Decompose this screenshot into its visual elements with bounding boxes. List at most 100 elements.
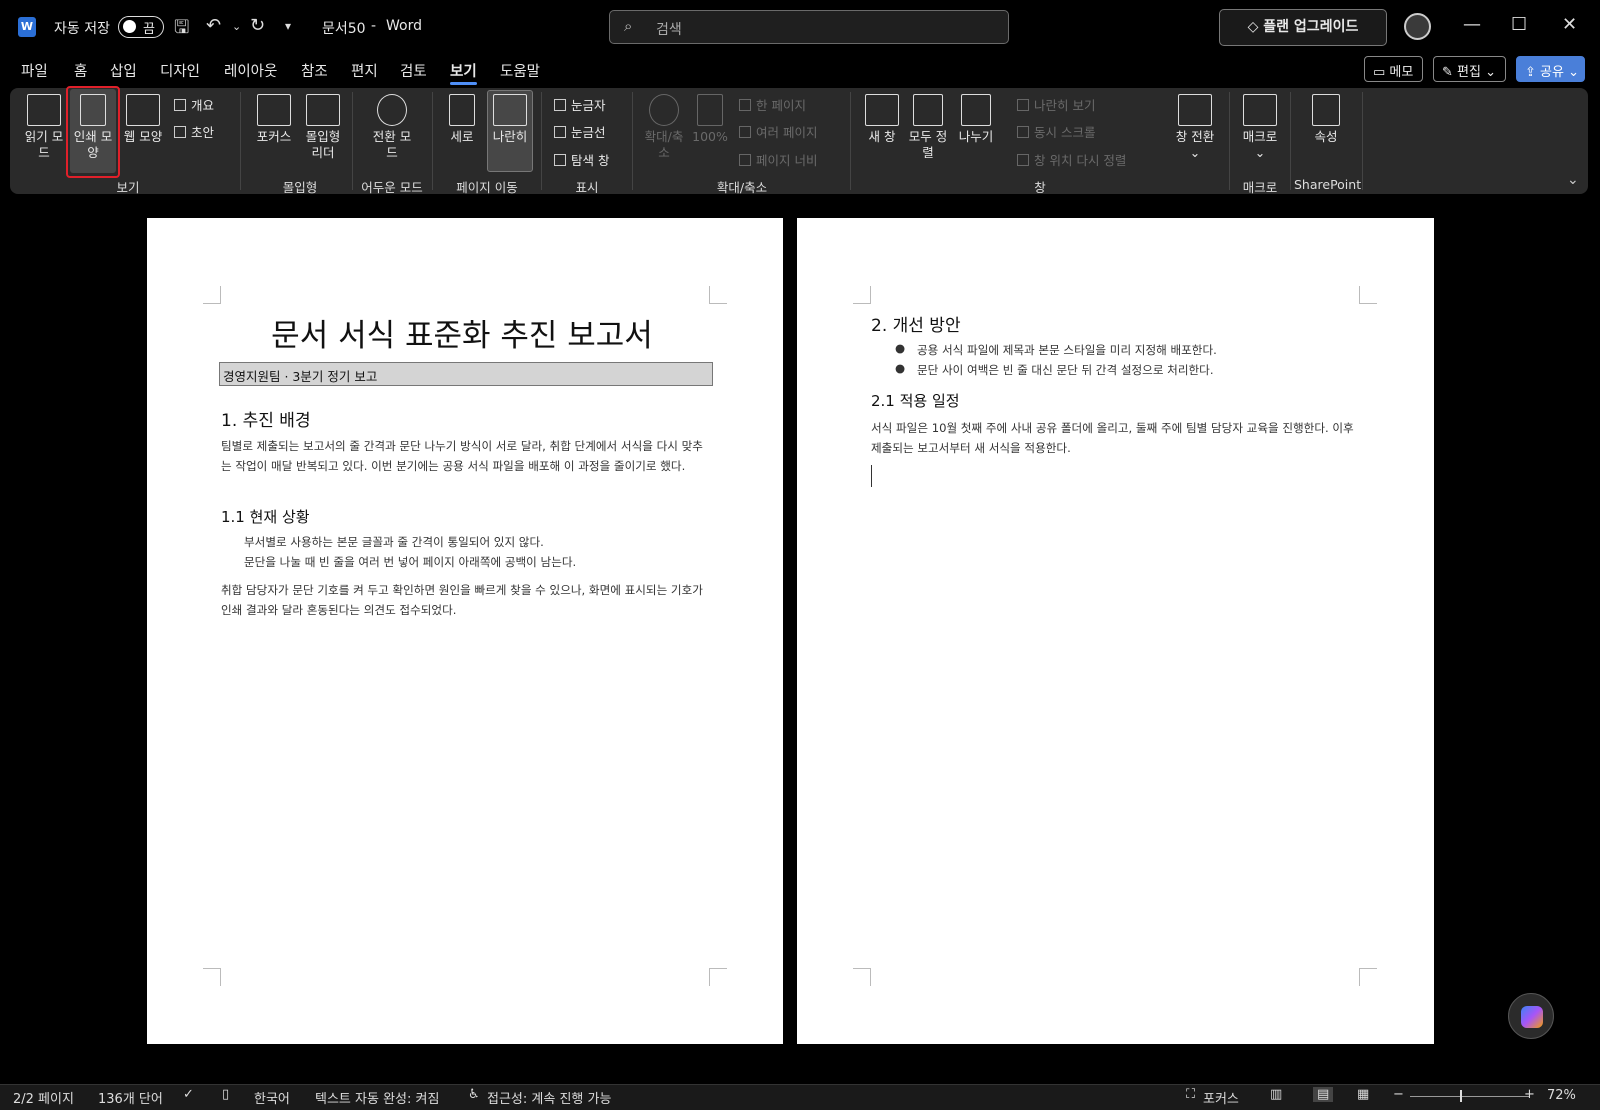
read-mode-view-icon[interactable]: ▥ bbox=[1270, 1087, 1282, 1102]
draft-button[interactable]: 초안 bbox=[174, 122, 214, 141]
sync-scroll-button[interactable]: 동시 스크롤 bbox=[1017, 122, 1095, 141]
reset-window-button[interactable]: 창 위치 다시 정렬 bbox=[1017, 150, 1126, 169]
tab-file[interactable]: 파일 bbox=[21, 60, 48, 81]
tab-design[interactable]: 디자인 bbox=[160, 60, 200, 81]
proofing-icon[interactable]: ✓ bbox=[183, 1087, 194, 1102]
save-icon[interactable]: 🖫 bbox=[174, 15, 189, 45]
indented-line-1: 부서별로 사용하는 본문 글꼴과 줄 간격이 통일되어 있지 않다. bbox=[244, 535, 544, 549]
zoom-in-icon[interactable]: + bbox=[1524, 1087, 1535, 1102]
focus-mode-icon: ⛶ bbox=[1186, 1087, 1196, 1102]
bullet-dot: ● bbox=[895, 341, 906, 355]
macros-button[interactable]: 매크로 ⌄ bbox=[1237, 94, 1283, 161]
copilot-icon bbox=[1521, 1006, 1543, 1028]
properties-button[interactable]: 속성 bbox=[1302, 94, 1350, 145]
redo-icon[interactable]: ↻ bbox=[250, 15, 265, 36]
tab-review[interactable]: 검토 bbox=[400, 60, 427, 81]
upgrade-button[interactable]: ◇ 플랜 업그레이드 bbox=[1219, 9, 1387, 46]
multi-page-button[interactable]: 여러 페이지 bbox=[739, 122, 817, 141]
ribbon-separator bbox=[240, 92, 241, 190]
side-to-side-icon bbox=[493, 94, 527, 126]
immersive-reader-icon bbox=[306, 94, 340, 126]
dark-mode-switch-button[interactable]: 전환 모드 bbox=[370, 94, 414, 161]
ribbon-separator bbox=[632, 92, 633, 190]
focus-button[interactable]: 포커스 bbox=[250, 94, 298, 145]
customize-qat-icon[interactable]: ▾ bbox=[285, 19, 291, 33]
maximize-icon[interactable]: ☐ bbox=[1511, 14, 1527, 35]
copilot-button[interactable] bbox=[1508, 993, 1554, 1039]
zoom-slider-thumb[interactable] bbox=[1460, 1090, 1462, 1102]
avatar[interactable] bbox=[1404, 13, 1431, 40]
split-icon bbox=[961, 94, 991, 126]
accessibility-status[interactable]: 접근성: 계속 진행 가능 bbox=[487, 1088, 611, 1107]
undo-icon[interactable]: ↶ bbox=[206, 15, 221, 36]
switch-windows-button[interactable]: 창 전환 ⌄ bbox=[1170, 94, 1220, 161]
split-button[interactable]: 나누기 bbox=[954, 94, 998, 145]
undo-dropdown-icon[interactable]: ⌄ bbox=[232, 20, 241, 33]
web-layout-button[interactable]: 웹 모양 bbox=[120, 94, 166, 145]
arrange-all-icon bbox=[913, 94, 943, 126]
tab-help[interactable]: 도움말 bbox=[500, 60, 540, 81]
zoom-out-icon[interactable]: − bbox=[1393, 1087, 1404, 1102]
tab-home[interactable]: 홈 bbox=[74, 60, 87, 81]
side-by-side-icon bbox=[1017, 99, 1029, 111]
print-layout-view-icon[interactable]: ▤ bbox=[1313, 1087, 1334, 1102]
outline-button[interactable]: 개요 bbox=[174, 95, 214, 114]
page-count[interactable]: 2/2 페이지 bbox=[13, 1088, 74, 1107]
document-page-1[interactable]: 문서 서식 표준화 추진 보고서 경영지원팀 · 3분기 정기 보고 1. 추진… bbox=[147, 218, 783, 1044]
share-label: 공유 bbox=[1540, 65, 1564, 80]
document-page-2[interactable]: 2. 개선 방안 ● 공용 서식 파일에 제목과 본문 스타일을 미리 지정해 … bbox=[797, 218, 1434, 1044]
search-box[interactable]: ⌕ 검색 bbox=[609, 10, 1009, 44]
text-prediction-status[interactable]: 텍스트 자동 완성: 켜짐 bbox=[315, 1088, 439, 1107]
tab-layout[interactable]: 레이아웃 bbox=[224, 60, 277, 81]
autosave-toggle[interactable]: 끔 bbox=[118, 16, 164, 38]
document-name: 문서50 bbox=[322, 21, 366, 37]
word-count[interactable]: 136개 단어 bbox=[98, 1088, 163, 1107]
focus-icon bbox=[257, 94, 291, 126]
tab-references[interactable]: 참조 bbox=[301, 60, 328, 81]
tab-mailings[interactable]: 편지 bbox=[351, 60, 378, 81]
zoom-level[interactable]: 72% bbox=[1547, 1088, 1576, 1103]
collapse-ribbon-icon[interactable]: ⌄ bbox=[1567, 172, 1579, 188]
crop-mark bbox=[1359, 286, 1377, 304]
tab-view[interactable]: 보기 bbox=[450, 60, 477, 85]
share-button[interactable]: ⇪ 공유 ⌄ bbox=[1516, 56, 1585, 82]
vertical-button[interactable]: 세로 bbox=[442, 94, 482, 145]
read-mode-button[interactable]: 읽기 모드 bbox=[22, 94, 66, 161]
zoom-100-icon bbox=[697, 94, 723, 126]
group-dark-mode-label: 어두운 모드 bbox=[361, 180, 423, 195]
arrange-all-button[interactable]: 모두 정렬 bbox=[908, 94, 948, 161]
edit-mode-button[interactable]: ✎ 편집 ⌄ bbox=[1433, 56, 1506, 82]
close-icon[interactable]: ✕ bbox=[1562, 14, 1577, 35]
memo-button[interactable]: ▭ 메모 bbox=[1364, 56, 1423, 82]
side-by-side-view-button[interactable]: 나란히 보기 bbox=[1017, 95, 1095, 114]
side-to-side-button[interactable]: 나란히 bbox=[488, 94, 532, 145]
gridlines-checkbox[interactable]: 눈금선 bbox=[554, 122, 606, 141]
edit-label: 편집 bbox=[1457, 65, 1481, 80]
split-label: 나누기 bbox=[958, 129, 994, 144]
reset-window-icon bbox=[1017, 154, 1029, 166]
dark-mode-switch-label: 전환 모드 bbox=[372, 129, 412, 160]
focus-status[interactable]: 포커스 bbox=[1203, 1088, 1239, 1107]
tab-insert[interactable]: 삽입 bbox=[110, 60, 137, 81]
title-separator: - bbox=[371, 18, 377, 34]
crop-mark bbox=[709, 286, 727, 304]
zoom-slider[interactable] bbox=[1410, 1096, 1530, 1097]
zoom-100-button[interactable]: 100% bbox=[690, 94, 730, 145]
ribbon-separator bbox=[850, 92, 851, 190]
nav-pane-checkbox[interactable]: 탐색 창 bbox=[554, 150, 609, 169]
one-page-button[interactable]: 한 페이지 bbox=[739, 95, 806, 114]
moon-icon bbox=[377, 94, 407, 126]
minimize-icon[interactable]: — bbox=[1463, 14, 1481, 35]
focus-label: 포커스 bbox=[256, 129, 292, 144]
book-icon[interactable]: ▯ bbox=[222, 1087, 229, 1102]
new-window-button[interactable]: 새 창 bbox=[860, 94, 904, 145]
language[interactable]: 한국어 bbox=[254, 1088, 290, 1107]
ruler-checkbox[interactable]: 눈금자 bbox=[554, 95, 606, 114]
new-window-label: 새 창 bbox=[868, 129, 896, 144]
immersive-reader-button[interactable]: 몰입형 리더 bbox=[300, 94, 346, 161]
crop-mark bbox=[203, 286, 221, 304]
page-width-button[interactable]: 페이지 너비 bbox=[739, 150, 817, 169]
zoom-button[interactable]: 확대/축소 bbox=[644, 94, 684, 161]
heading-current-state: 1.1 현재 상황 bbox=[221, 508, 310, 526]
web-layout-view-icon[interactable]: ▦ bbox=[1357, 1087, 1369, 1102]
